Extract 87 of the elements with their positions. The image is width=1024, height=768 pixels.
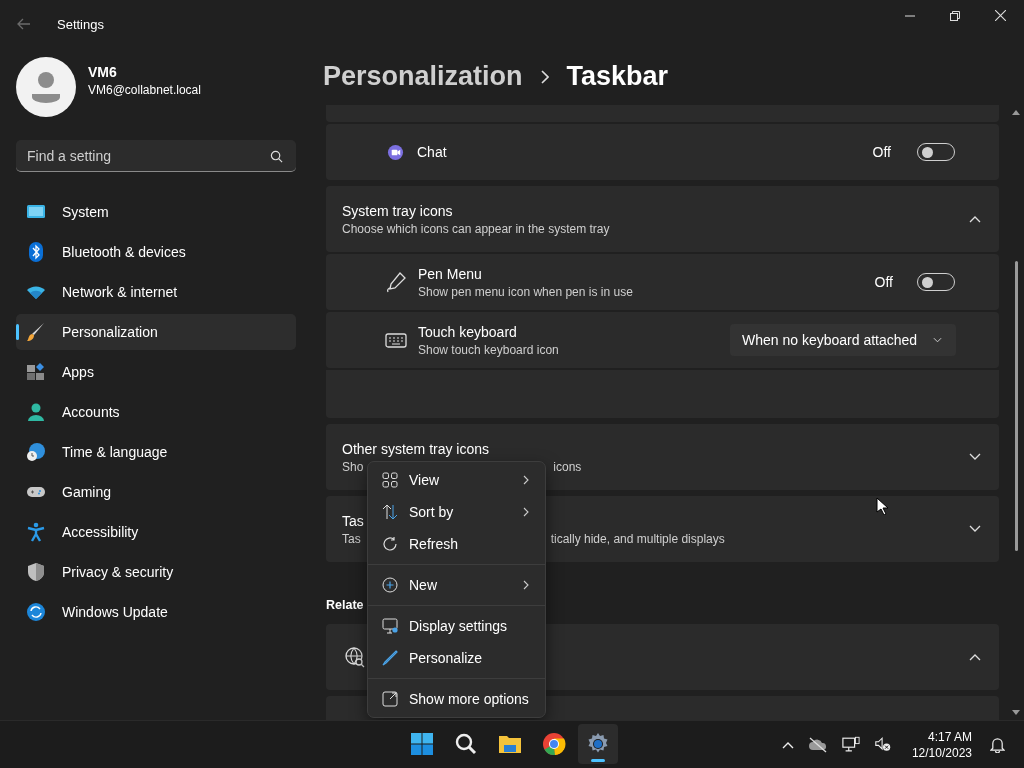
chat-icon [387, 143, 404, 161]
taskbar-app[interactable] [578, 724, 618, 764]
group-title: Other system tray icons [342, 440, 490, 457]
chevron-icon[interactable] [969, 525, 981, 533]
chevron-down-icon [933, 337, 942, 343]
row-description: Show pen menu icon when pen is in use [418, 284, 633, 299]
page-title: Taskbar [566, 61, 669, 92]
browser-icon [542, 732, 566, 756]
menu-item[interactable]: Personalize [372, 642, 541, 674]
user-email: VM6@collabnet.local [88, 82, 201, 97]
breadcrumb-link[interactable]: Personalization [323, 61, 523, 92]
globe-search-icon [344, 646, 366, 668]
network-icon[interactable] [841, 736, 860, 753]
row-label: Pen Menu [418, 265, 483, 282]
chevron-right-icon [522, 507, 529, 517]
group-description: Tas [342, 531, 361, 546]
paintbrush-icon [26, 322, 46, 342]
group-title: System tray icons [342, 202, 453, 219]
accessibility-icon [26, 522, 46, 542]
group-description: Sho [342, 459, 364, 474]
scrollbar-thumb[interactable] [1014, 261, 1018, 551]
nav-item[interactable]: Apps [16, 354, 296, 390]
nav-item[interactable]: Bluetooth & devices [16, 234, 296, 270]
dropdown[interactable]: When no keyboard attached [730, 324, 956, 356]
mouse-cursor-icon [876, 497, 888, 515]
section-heading: Relate [326, 598, 365, 612]
nav-item[interactable]: Privacy & security [16, 554, 296, 590]
chevron-icon[interactable] [969, 453, 981, 461]
group-description: icons [553, 459, 582, 474]
windows-logo-icon [410, 732, 434, 756]
user-name: VM6 [88, 63, 118, 80]
pen-icon [382, 650, 398, 666]
sort-icon [382, 504, 398, 520]
monitor-gear-icon [382, 618, 398, 634]
nav-item[interactable]: Accounts [16, 394, 296, 430]
bell-icon[interactable] [990, 736, 1005, 753]
menu-item[interactable]: Sort by [372, 496, 541, 528]
bluetooth-icon [26, 242, 46, 262]
row-label: Touch keyboard [418, 323, 518, 340]
nav-item[interactable]: System [16, 194, 296, 230]
chevron-icon[interactable] [969, 215, 981, 223]
shield-icon [26, 562, 46, 582]
toggle-state: Off [874, 274, 893, 290]
person-icon [26, 402, 46, 422]
maximize-icon[interactable] [950, 10, 960, 21]
apps-icon [26, 362, 46, 382]
scroll-down-arrow-icon[interactable] [1012, 710, 1020, 716]
toggle-state: Off [872, 144, 891, 160]
group-description: Choose which icons can appear in the system tray [342, 221, 610, 236]
pen-icon [385, 271, 407, 293]
row-label: Chat [417, 144, 447, 160]
search-field[interactable]: Find a setting [16, 140, 296, 172]
refresh-icon [382, 536, 398, 552]
avatar-icon [16, 57, 76, 117]
nav-item[interactable]: Personalization [16, 314, 296, 350]
cloud-off-icon[interactable] [807, 736, 828, 753]
chevron-right-icon [522, 475, 529, 485]
clock[interactable]: 4:17 AM 12/10/2023 [911, 728, 972, 761]
group-description: tically hide, and multiple displays [550, 531, 725, 546]
globe-clock-icon [26, 442, 46, 462]
nav-item[interactable]: Accessibility [16, 514, 296, 550]
chevron-right-icon [540, 69, 549, 84]
nav-item[interactable]: Time & language [16, 434, 296, 470]
expand-icon [382, 691, 398, 707]
group-title: Tas [342, 512, 364, 529]
chevron-icon[interactable] [969, 653, 981, 661]
close-icon[interactable] [995, 10, 1006, 21]
menu-item[interactable]: Display settings [372, 610, 541, 642]
scroll-up-arrow-icon[interactable] [1012, 109, 1020, 115]
speaker-muted-icon[interactable] [873, 736, 892, 753]
chevron-right-icon [522, 580, 529, 590]
search-icon [270, 150, 283, 163]
menu-item[interactable]: Refresh [372, 528, 541, 560]
chevron-up-icon[interactable] [781, 740, 794, 749]
back-arrow-icon[interactable] [17, 18, 31, 30]
window-title: Settings [57, 16, 104, 32]
nav-item[interactable]: Gaming [16, 474, 296, 510]
menu-item[interactable]: New [372, 569, 541, 601]
menu-item[interactable]: Show more options [372, 683, 541, 715]
plus-circle-icon [382, 577, 398, 593]
nav-item[interactable]: Windows Update [16, 594, 296, 630]
row-description: Show touch keyboard icon [418, 342, 559, 357]
search-icon [454, 732, 478, 756]
update-icon [26, 602, 46, 622]
grid-icon [382, 472, 398, 488]
menu-item[interactable]: View [372, 464, 541, 496]
nav-item[interactable]: Network & internet [16, 274, 296, 310]
